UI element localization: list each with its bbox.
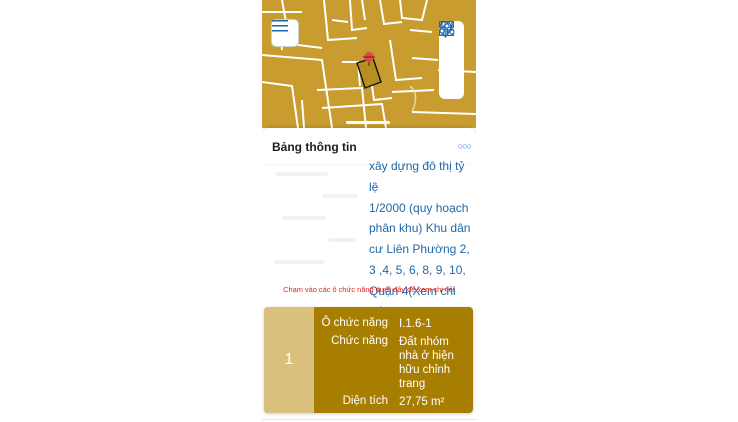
- plan-line: 1/2000 (quy hoạch: [369, 200, 469, 215]
- function-cell-card[interactable]: 1 Ô chức năng I.1.6-1 Chức năng Đất nhóm…: [264, 307, 473, 413]
- card-index: 1: [264, 307, 314, 413]
- more-dots-icon[interactable]: ○○○: [458, 141, 472, 151]
- row-value: Đất nhóm nhà ở hiện hữu chỉnh trang: [399, 336, 454, 390]
- plan-line: 3 ,4, 5, 6, 8, 9, 10,: [369, 262, 466, 277]
- hint-text: Chạm vào các ô chức năng dưới đây để xem…: [283, 285, 455, 294]
- phone-screen: Bảng thông tin ○○○ xây dựng đô thị tỷ lệ…: [262, 0, 476, 422]
- plan-line: cư Liên Phường 2,: [369, 242, 470, 257]
- row-value: 27,75 m²: [399, 396, 445, 408]
- planning-link[interactable]: xây dựng đô thị tỷ lệ 1/2000 (quy hoạch …: [369, 156, 476, 322]
- map-toolbar: [439, 21, 464, 99]
- divider: [262, 419, 476, 420]
- plan-line: phân khu) Khu dân: [369, 221, 471, 236]
- sliders-icon: [439, 22, 455, 36]
- map-view[interactable]: [262, 0, 476, 128]
- faded-content: [262, 164, 362, 280]
- plan-line: xây dựng đô thị tỷ lệ: [369, 159, 465, 194]
- row-value: I.1.6-1: [399, 318, 432, 330]
- location-button[interactable]: [439, 21, 462, 70]
- filter-button[interactable]: [439, 22, 462, 96]
- sheet-drag-handle[interactable]: [346, 121, 390, 124]
- hamburger-icon: [272, 20, 288, 32]
- row-label: Ô chức năng: [321, 317, 388, 329]
- row-label: Diện tích: [342, 395, 388, 407]
- menu-button[interactable]: [271, 19, 299, 47]
- row-label: Chức năng: [331, 335, 388, 347]
- sheet-title: Bảng thông tin: [272, 140, 357, 154]
